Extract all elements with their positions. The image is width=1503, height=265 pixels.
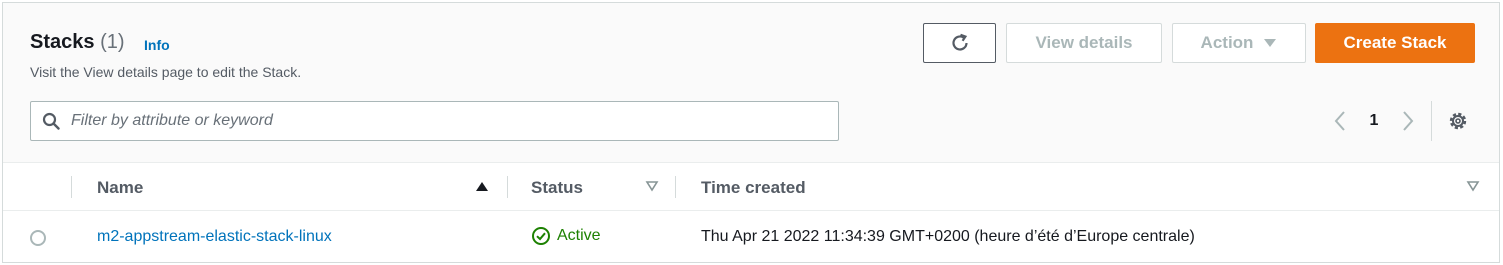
page-title: Stacks (1) [30,31,125,54]
refresh-button[interactable] [923,23,996,63]
action-dropdown-button[interactable]: Action [1172,23,1306,63]
sort-descending-icon [1466,181,1480,192]
panel-header: Stacks (1) Info Visit the View details p… [3,3,1499,163]
stacks-panel: Stacks (1) Info Visit the View details p… [2,2,1500,263]
action-label: Action [1200,33,1254,52]
previous-page-button[interactable] [1328,107,1352,135]
gear-icon [1449,112,1467,130]
page-description: Visit the View details page to edit the … [30,64,302,80]
stack-count: (1) [100,31,125,53]
status-text: Active [557,227,601,244]
column-header-time-created[interactable]: Time created [701,164,1491,211]
chevron-left-icon [1334,111,1345,131]
refresh-icon [951,33,968,51]
create-stack-button[interactable]: Create Stack [1315,23,1475,63]
caret-down-icon [1264,39,1277,47]
title-text: Stacks [30,31,95,53]
status-indicator: Active [531,226,601,246]
table-row[interactable]: m2-appstream-elastic-stack-linux Active … [3,212,1499,262]
time-created-value: Thu Apr 21 2022 11:34:39 GMT+0200 (heure… [701,228,1195,245]
search-icon [31,112,71,130]
chevron-right-icon [1403,111,1414,131]
stack-name-link[interactable]: m2-appstream-elastic-stack-linux [97,228,332,246]
row-select-radio[interactable] [30,230,46,246]
column-divider [71,176,72,198]
pagination-divider [1431,101,1432,141]
search-field[interactable] [30,101,839,141]
column-divider[interactable] [675,176,676,198]
column-header-status[interactable]: Status [531,164,663,211]
table-header: Name Status Time created [3,164,1499,211]
sort-ascending-icon [476,182,488,191]
check-circle-icon [532,227,550,245]
page-number[interactable]: 1 [1363,107,1385,135]
column-divider[interactable] [507,176,508,198]
column-header-name[interactable]: Name [97,164,497,211]
search-input[interactable] [71,112,831,130]
info-link[interactable]: Info [144,37,170,53]
preferences-button[interactable] [1444,107,1472,135]
next-page-button[interactable] [1396,107,1420,135]
view-details-button[interactable]: View details [1006,23,1162,63]
sort-descending-icon [645,181,659,192]
